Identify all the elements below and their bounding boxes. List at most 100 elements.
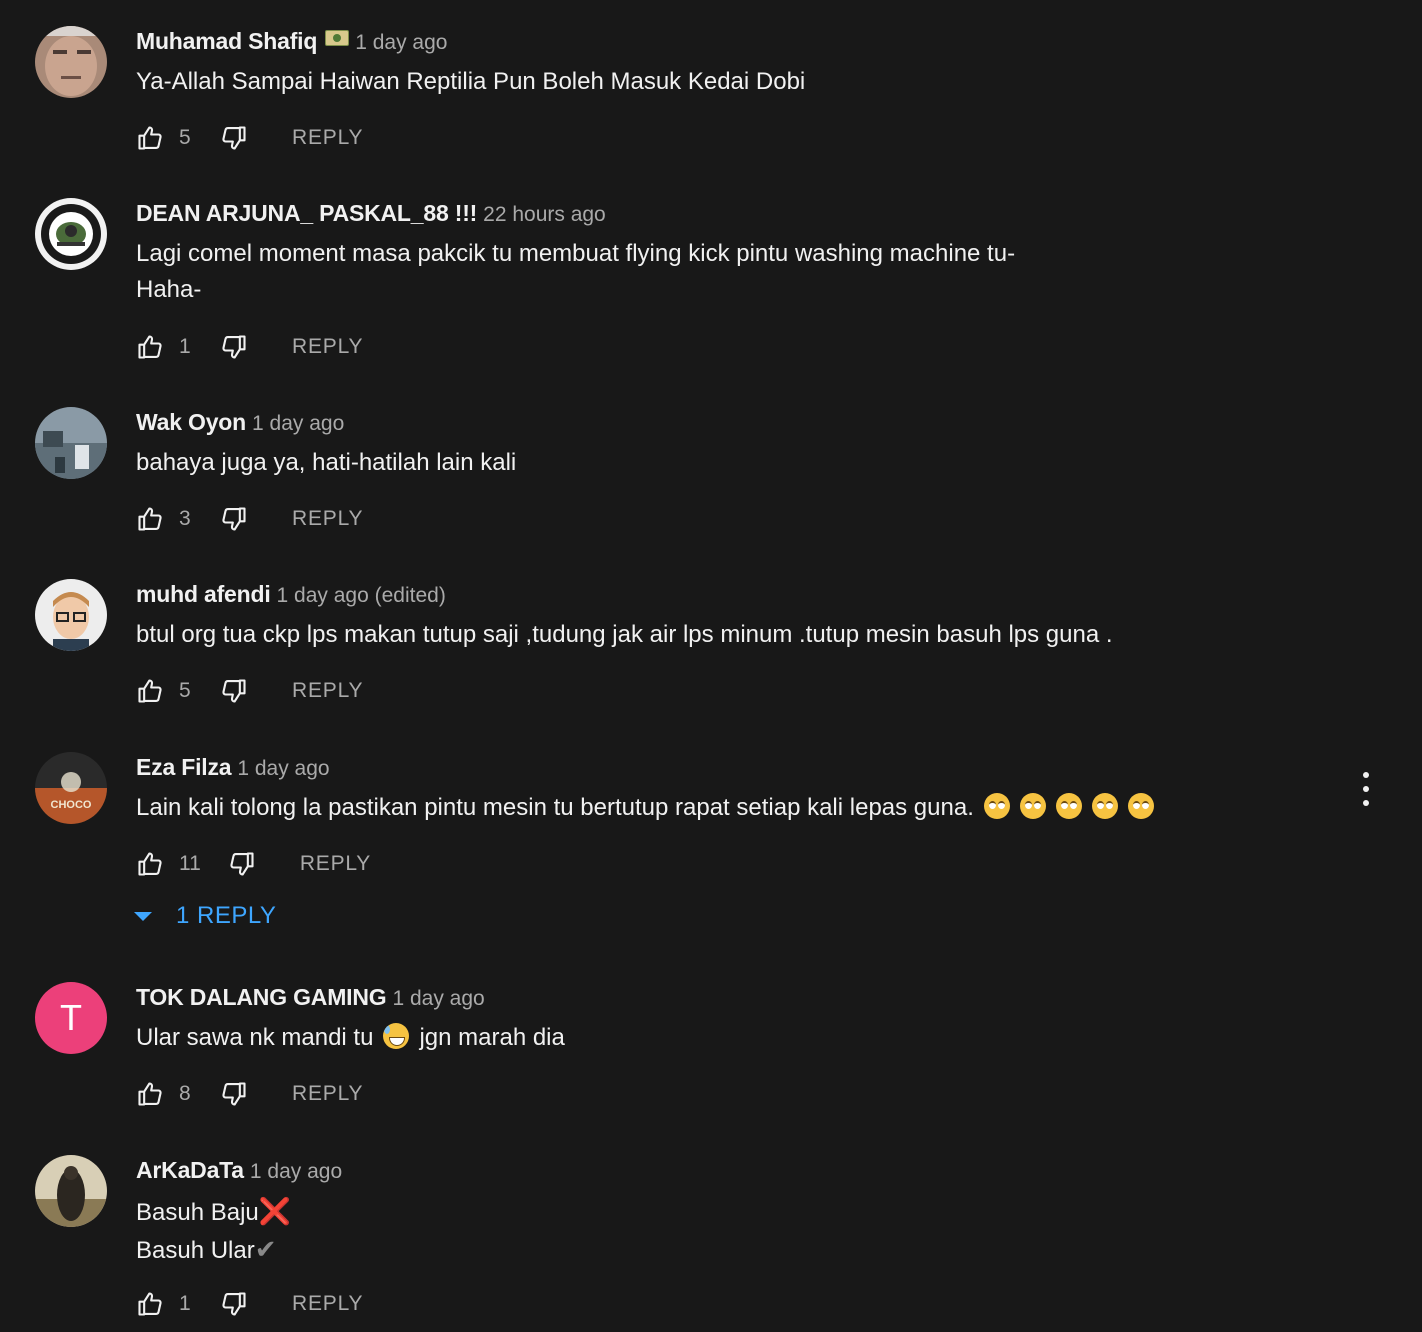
thumb-down-icon[interactable] — [220, 1080, 248, 1108]
avatar[interactable] — [35, 407, 107, 479]
thumb-up-icon[interactable] — [136, 1290, 164, 1318]
comment-line-text: Ular sawa nk mandi tu — [136, 1024, 374, 1051]
rolling-eyes-emoji-icon — [1055, 793, 1082, 819]
thumb-down-icon[interactable] — [220, 1290, 248, 1318]
reply-button[interactable]: REPLY — [292, 1292, 363, 1316]
rolling-eyes-emoji-icon — [1091, 793, 1118, 819]
comment-line: Basuh Ular✔ — [136, 1231, 291, 1269]
comment-header: ArKaDaTa 1 day ago — [136, 1155, 342, 1185]
avatar-photo — [35, 1155, 107, 1227]
comment-time[interactable]: 1 day ago (edited) — [277, 584, 446, 607]
avatar[interactable]: CHOCO — [35, 752, 107, 824]
comment-header: DEAN ARJUNA_ PASKAL_88 !!! 22 hours ago — [136, 198, 606, 228]
comment-line-text: jgn marah dia — [419, 1024, 565, 1051]
rolling-eyes-emoji-icon — [1019, 793, 1046, 819]
comment-time[interactable]: 1 day ago — [237, 757, 329, 780]
author-name[interactable]: ArKaDaTa — [136, 1157, 244, 1183]
reply-button[interactable]: REPLY — [292, 126, 363, 150]
more-vertical-icon[interactable] — [1355, 772, 1377, 806]
cross-mark-icon: ❌ — [258, 1196, 292, 1226]
reply-button[interactable]: REPLY — [292, 679, 363, 703]
like-count: 5 — [179, 679, 191, 702]
thumb-down-icon[interactable] — [220, 124, 248, 152]
comment-time[interactable]: 1 day ago — [250, 1160, 342, 1183]
comment-text: Basuh Baju❌ Basuh Ular✔ — [136, 1193, 291, 1269]
thumb-up-icon[interactable] — [136, 505, 164, 533]
avatar-photo — [35, 26, 107, 98]
thumb-down-icon[interactable] — [220, 677, 248, 705]
comment-header: muhd afendi 1 day ago (edited) — [136, 579, 446, 609]
author-name[interactable]: Muhamad Shafiq — [136, 28, 317, 54]
comment-line: Ya-Allah Sampai Haiwan Reptilia Pun Bole… — [136, 68, 806, 95]
like-count: 1 — [179, 335, 191, 358]
author-name[interactable]: Eza Filza — [136, 754, 232, 780]
comment-actions: 3 REPLY — [136, 504, 363, 534]
comment-line: Lagi comel moment masa pakcik tu membuat… — [136, 240, 1016, 267]
comment-line-text: Basuh Ular — [136, 1237, 255, 1264]
avatar[interactable] — [35, 1155, 107, 1227]
view-replies-button[interactable]: 1 REPLY — [134, 902, 276, 930]
thumb-up-icon[interactable] — [136, 1080, 164, 1108]
comment-line: Lain kali tolong la pastikan pintu mesin… — [136, 790, 1154, 826]
avatar-photo — [35, 407, 107, 479]
avatar-photo — [35, 579, 107, 651]
comment-actions: 1 REPLY — [136, 1289, 363, 1319]
money-emoji-icon — [325, 30, 350, 46]
avatar[interactable] — [35, 198, 107, 270]
author-name[interactable]: DEAN ARJUNA_ PASKAL_88 !!! — [136, 200, 477, 226]
author-name[interactable]: TOK DALANG GAMING — [136, 984, 387, 1010]
avatar[interactable] — [35, 579, 107, 651]
like-count: 3 — [179, 507, 191, 530]
avatar-photo: CHOCO — [35, 752, 107, 824]
reply-button[interactable]: REPLY — [292, 1082, 363, 1106]
comment-time[interactable]: 1 day ago — [252, 412, 344, 435]
thumb-up-icon[interactable] — [136, 333, 164, 361]
reply-button[interactable]: REPLY — [292, 507, 363, 531]
comment-time[interactable]: 1 day ago — [392, 987, 484, 1010]
avatar-letter: T — [60, 997, 82, 1038]
thumb-down-icon[interactable] — [228, 850, 256, 878]
thumb-up-icon[interactable] — [136, 850, 164, 878]
comment-line: bahaya juga ya, hati-hatilah lain kali — [136, 449, 517, 476]
comment-time[interactable]: 22 hours ago — [483, 203, 606, 226]
rolling-eyes-emoji-icon — [1127, 793, 1154, 819]
comment-header: TOK DALANG GAMING 1 day ago — [136, 982, 485, 1012]
replies-label: 1 REPLY — [176, 902, 277, 929]
comment-header: Eza Filza 1 day ago — [136, 752, 330, 782]
comment-line: Haha- — [136, 276, 202, 303]
thumb-down-icon[interactable] — [220, 505, 248, 533]
comment-line-text: Basuh Baju — [136, 1199, 259, 1226]
grinning-sweat-emoji-icon — [383, 1023, 410, 1049]
like-count: 11 — [179, 852, 201, 875]
thumb-down-icon[interactable] — [220, 333, 248, 361]
comment-line: Basuh Baju❌ — [136, 1193, 291, 1231]
comment-line: btul org tua ckp lps makan tutup saji ,t… — [136, 621, 1113, 648]
like-count: 5 — [179, 126, 191, 149]
reply-button[interactable]: REPLY — [300, 852, 371, 876]
comment-actions: 5 REPLY — [136, 123, 363, 153]
like-count: 1 — [179, 1292, 191, 1315]
comment-text: bahaya juga ya, hati-hatilah lain kali — [136, 445, 516, 481]
avatar[interactable] — [35, 26, 107, 98]
check-mark-icon: ✔ — [254, 1234, 277, 1264]
author-name[interactable]: muhd afendi — [136, 581, 271, 607]
comment-header: Wak Oyon 1 day ago — [136, 407, 344, 437]
like-count: 8 — [179, 1082, 191, 1105]
comment-text: btul org tua ckp lps makan tutup saji ,t… — [136, 617, 1113, 653]
reply-button[interactable]: REPLY — [292, 335, 363, 359]
comment-time[interactable]: 1 day ago — [355, 31, 447, 54]
comment-actions: 11 REPLY — [136, 849, 371, 879]
thumb-up-icon[interactable] — [136, 124, 164, 152]
thumb-up-icon[interactable] — [136, 677, 164, 705]
comment-actions: 5 REPLY — [136, 676, 363, 706]
comment-text: Ular sawa nk mandi tu jgn marah dia — [136, 1020, 565, 1056]
avatar-photo — [35, 198, 107, 270]
triangle-down-icon — [134, 911, 152, 921]
comment-line-text: Lain kali tolong la pastikan pintu mesin… — [136, 794, 974, 821]
comment-actions: 8 REPLY — [136, 1079, 363, 1109]
author-name[interactable]: Wak Oyon — [136, 409, 246, 435]
comment-header: Muhamad Shafiq 1 day ago — [136, 26, 447, 56]
comment-text: Lain kali tolong la pastikan pintu mesin… — [136, 790, 1154, 826]
comment-line: Ular sawa nk mandi tu jgn marah dia — [136, 1020, 565, 1056]
avatar[interactable]: T — [35, 982, 107, 1054]
